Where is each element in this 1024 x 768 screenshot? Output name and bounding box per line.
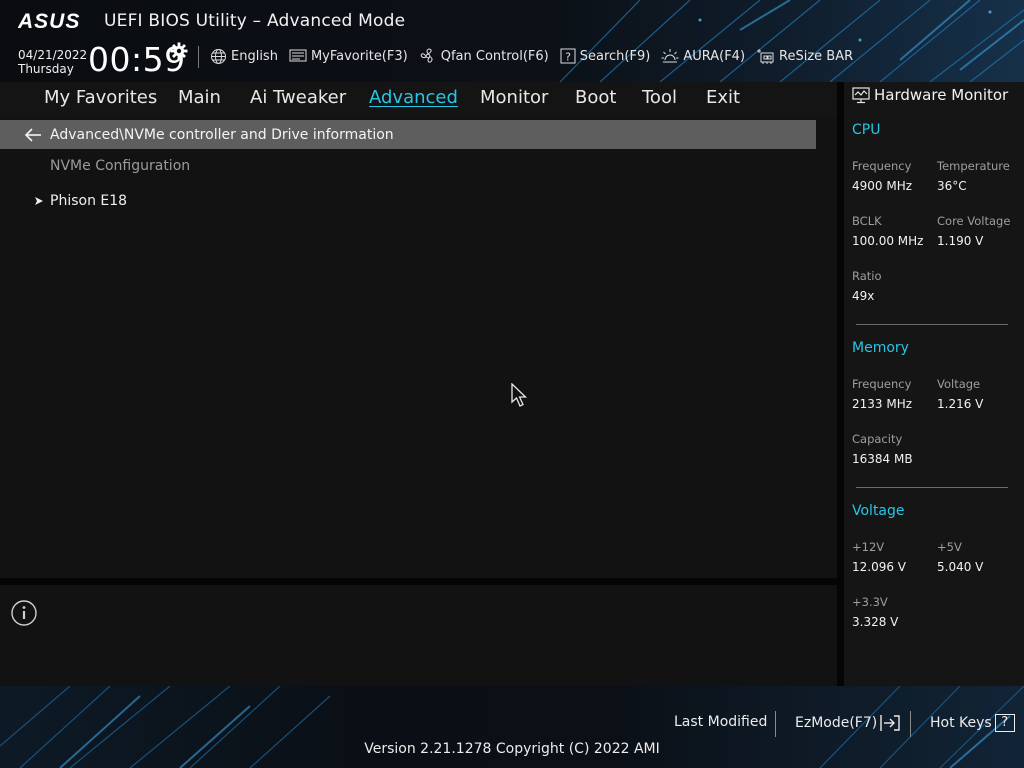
memory-frequency-label: Frequency <box>852 377 912 391</box>
ratio-label: Ratio <box>852 269 882 283</box>
core-voltage-value: 1.190 V <box>937 234 984 248</box>
list-item-label: Phison E18 <box>50 193 128 209</box>
language-label: English <box>231 48 278 64</box>
capacity-value: 16384 MB <box>852 452 913 466</box>
memory-section-title: Memory <box>852 340 909 356</box>
version-info: Version 2.21.1278 Copyright (C) 2022 AMI <box>364 741 660 757</box>
footer-divider <box>775 711 776 737</box>
gear-icon[interactable] <box>170 42 188 60</box>
tab-tool[interactable]: Tool <box>642 87 677 108</box>
last-modified-button[interactable]: Last Modified <box>674 714 767 730</box>
v12-value: 12.096 V <box>852 560 907 574</box>
fan-icon <box>420 48 433 63</box>
back-arrow-icon[interactable] <box>24 127 46 143</box>
language-button[interactable]: English <box>210 48 278 65</box>
tab-ai-tweaker[interactable]: Ai Tweaker <box>250 87 346 108</box>
info-icon <box>11 600 37 626</box>
tab-main[interactable]: Main <box>178 87 221 108</box>
submenu-arrow-icon <box>35 197 43 205</box>
cpu-frequency-label: Frequency <box>852 159 912 173</box>
help-panel <box>0 585 837 686</box>
list-item-phison-e18[interactable]: Phison E18 <box>34 193 127 209</box>
hardware-monitor-panel: Hardware Monitor CPU Frequency Temperatu… <box>844 82 1024 686</box>
hardware-monitor-header: Hardware Monitor <box>852 86 1008 104</box>
aura-label: AURA(F4) <box>683 48 746 64</box>
cpu-temperature-value: 36°C <box>937 179 967 193</box>
cpu-frequency-value: 4900 MHz <box>852 179 913 193</box>
day-text: Thursday <box>18 62 74 76</box>
monitor-icon <box>852 86 870 103</box>
search-help-icon: ? <box>560 48 576 64</box>
tab-advanced[interactable]: Advanced <box>369 87 458 108</box>
qfan-label: Qfan Control(F6) <box>440 48 549 64</box>
memory-voltage-value: 1.216 V <box>937 397 984 411</box>
ezmode-button[interactable]: EzMode(F7) <box>795 714 901 732</box>
myfavorite-button[interactable]: MyFavorite(F3) <box>289 49 408 64</box>
svg-text:?: ? <box>565 51 571 64</box>
v33-value: 3.328 V <box>852 615 899 629</box>
resize-bar-label: ReSize BAR <box>779 48 854 64</box>
qfan-control-button[interactable]: Qfan Control(F6) <box>419 47 549 65</box>
resize-bar-icon <box>757 48 774 64</box>
ratio-value: 49x <box>852 289 875 303</box>
core-voltage-label: Core Voltage <box>937 214 1011 228</box>
bclk-label: BCLK <box>852 214 882 228</box>
favorite-icon <box>289 49 307 62</box>
v33-label: +3.3V <box>852 595 888 609</box>
hw-section-divider <box>856 487 1008 488</box>
main-menu: My Favorites Main Ai Tweaker Advanced Mo… <box>0 82 837 116</box>
v12-label: +12V <box>852 540 885 554</box>
toolbar: English MyFavorite(F3) Qfan Control(F6) … <box>210 45 864 67</box>
panel-divider <box>0 578 837 585</box>
globe-icon <box>211 48 226 64</box>
footer-divider <box>910 711 911 737</box>
resize-bar-button[interactable]: ReSize BAR <box>756 48 853 65</box>
ezmode-label: EzMode(F7) <box>795 715 878 731</box>
exit-to-ezmode-icon <box>880 715 900 731</box>
hotkeys-button[interactable]: Hot Keys ? <box>930 714 1015 732</box>
date-display: 04/21/2022 Thursday <box>18 48 87 76</box>
search-label: Search(F9) <box>579 48 651 64</box>
tab-boot[interactable]: Boot <box>575 87 616 108</box>
asus-logo: ASUS <box>18 10 80 32</box>
voltage-section-title: Voltage <box>852 503 905 519</box>
hw-divider <box>837 82 844 686</box>
memory-voltage-label: Voltage <box>937 377 981 391</box>
help-icon: ? <box>994 714 1015 732</box>
app-title: UEFI BIOS Utility – Advanced Mode <box>104 11 406 31</box>
myfavorite-label: MyFavorite(F3) <box>310 48 408 64</box>
capacity-label: Capacity <box>852 432 903 446</box>
tab-monitor[interactable]: Monitor <box>480 87 548 108</box>
tab-my-favorites[interactable]: My Favorites <box>44 87 157 108</box>
tab-exit[interactable]: Exit <box>706 87 740 108</box>
aura-button[interactable]: AURA(F4) <box>661 48 745 65</box>
mouse-pointer-icon <box>511 383 528 407</box>
breadcrumb-path: Advanced\NVMe controller and Drive infor… <box>50 126 394 143</box>
hw-section-divider <box>856 324 1008 325</box>
breadcrumb[interactable]: Advanced\NVMe controller and Drive infor… <box>0 120 816 149</box>
date-text: 04/21/2022 <box>18 48 88 62</box>
cpu-section-title: CPU <box>852 122 881 138</box>
memory-frequency-value: 2133 MHz <box>852 397 913 411</box>
v5-label: +5V <box>937 540 962 554</box>
svg-text:ASUS: ASUS <box>18 10 80 32</box>
header-divider <box>198 46 199 68</box>
last-modified-label: Last Modified <box>674 714 768 730</box>
bclk-value: 100.00 MHz <box>852 234 924 248</box>
section-label: NVMe Configuration <box>50 158 191 174</box>
search-button[interactable]: ? Search(F9) <box>560 48 651 64</box>
hardware-monitor-title: Hardware Monitor <box>874 86 1009 104</box>
hotkeys-label: Hot Keys <box>930 715 992 731</box>
cpu-temperature-label: Temperature <box>937 159 1010 173</box>
main-panel: Advanced\NVMe controller and Drive infor… <box>0 116 837 578</box>
v5-value: 5.040 V <box>937 560 984 574</box>
aura-icon <box>661 48 679 62</box>
